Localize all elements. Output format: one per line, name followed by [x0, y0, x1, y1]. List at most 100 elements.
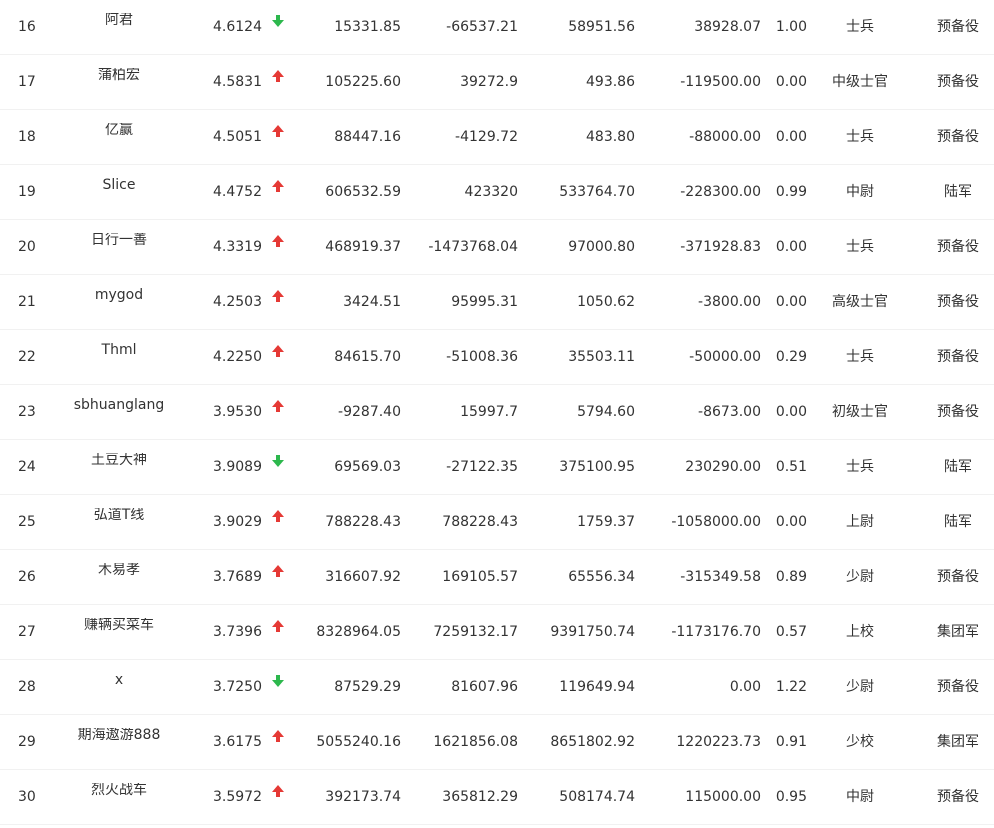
value3-cell: 119649.94 — [559, 679, 635, 695]
ratio-cell: 0.99 — [775, 184, 807, 200]
value4-cell: 230290.00 — [685, 459, 761, 475]
name-cell: mygod — [94, 288, 144, 303]
rank-cell: 16 — [18, 19, 36, 35]
table-row[interactable]: 16 阿君 4.6124 15331.85 -66537.21 58951.56 38928… — [0, 0, 994, 55]
unit-cell: 预备役 — [937, 349, 979, 365]
rank-cell: 22 — [18, 349, 36, 365]
value3-cell: 1759.37 — [577, 514, 635, 530]
value2-cell: 365812.29 — [442, 789, 518, 805]
trend-cell — [268, 770, 288, 825]
table-row[interactable]: 25 弘道T线 3.9029 788228.43 788228.43 1759.37 -10… — [0, 495, 994, 550]
value3-cell: 35503.11 — [568, 349, 635, 365]
value3-cell: 65556.34 — [568, 569, 635, 585]
value1-cell: 316607.92 — [325, 569, 401, 585]
value1-cell: 8328964.05 — [316, 624, 401, 640]
arrow-up-icon — [272, 620, 284, 632]
value1-cell: 105225.60 — [325, 74, 401, 90]
value4-cell: 0.00 — [729, 679, 761, 695]
rank-title-cell: 上尉 — [846, 514, 874, 530]
rank-cell: 29 — [18, 734, 36, 750]
value2-cell: 81607.96 — [451, 679, 518, 695]
score-cell: 3.9029 — [213, 514, 262, 530]
value2-cell: 39272.9 — [460, 74, 518, 90]
trend-cell — [268, 220, 288, 275]
arrow-up-icon — [272, 510, 284, 522]
value1-cell: 15331.85 — [334, 19, 401, 35]
score-cell: 3.9530 — [213, 404, 262, 420]
ratio-cell: 0.00 — [775, 514, 807, 530]
trend-cell — [268, 550, 288, 605]
unit-cell: 预备役 — [937, 789, 979, 805]
table-row[interactable]: 19 Slice 4.4752 606532.59 423320 533764.70 -22… — [0, 165, 994, 220]
trend-cell — [268, 330, 288, 385]
trend-cell — [268, 495, 288, 550]
value4-cell: -8673.00 — [698, 404, 761, 420]
name-cell: 烈火战车 — [91, 783, 147, 798]
unit-cell: 陆军 — [944, 184, 972, 200]
name-cell: sbhuanglang — [73, 398, 165, 413]
table-row[interactable]: 24 土豆大神 3.9089 69569.03 -27122.35 375100.95 23… — [0, 440, 994, 495]
unit-cell: 陆军 — [944, 514, 972, 530]
arrow-up-icon — [272, 235, 284, 247]
value2-cell: 1621856.08 — [433, 734, 518, 750]
unit-cell: 预备役 — [937, 74, 979, 90]
table-row[interactable]: 23 sbhuanglang 3.9530 -9287.40 15997.7 5794.6… — [0, 385, 994, 440]
value2-cell: -66537.21 — [446, 19, 518, 35]
arrow-down-icon — [272, 675, 284, 687]
value2-cell: -4129.72 — [455, 129, 518, 145]
value4-cell: -1173176.70 — [671, 624, 761, 640]
name-cell: 期海遨游888 — [77, 728, 161, 743]
table-row[interactable]: 28 x 3.7250 87529.29 81607.96 119649.94 0.00 1.… — [0, 660, 994, 715]
value4-cell: -119500.00 — [680, 74, 761, 90]
table-row[interactable]: 30 烈火战车 3.5972 392173.74 365812.29 508174.74 1… — [0, 770, 994, 825]
trend-cell — [268, 660, 288, 715]
table-row[interactable]: 26 木易孝 3.7689 316607.92 169105.57 65556.34 -31… — [0, 550, 994, 605]
value3-cell: 9391750.74 — [550, 624, 635, 640]
arrow-up-icon — [272, 345, 284, 357]
rank-title-cell: 少校 — [846, 734, 874, 750]
table-row[interactable]: 20 日行一善 4.3319 468919.37 -1473768.04 97000.80… — [0, 220, 994, 275]
score-cell: 3.5972 — [213, 789, 262, 805]
rank-title-cell: 士兵 — [846, 19, 874, 35]
value2-cell: 7259132.17 — [433, 624, 518, 640]
value2-cell: 788228.43 — [442, 514, 518, 530]
table-row[interactable]: 17 蒲柏宏 4.5831 105225.60 39272.9 493.86 -119500… — [0, 55, 994, 110]
table-row[interactable]: 27 赚辆买菜车 3.7396 8328964.05 7259132.17 9391750… — [0, 605, 994, 660]
value3-cell: 508174.74 — [559, 789, 635, 805]
score-cell: 4.4752 — [213, 184, 262, 200]
arrow-up-icon — [272, 70, 284, 82]
rank-cell: 30 — [18, 789, 36, 805]
arrow-up-icon — [272, 180, 284, 192]
table-row[interactable]: 22 Thml 4.2250 84615.70 -51008.36 35503.11 -50… — [0, 330, 994, 385]
value2-cell: 423320 — [464, 184, 518, 200]
score-cell: 4.5831 — [213, 74, 262, 90]
rank-cell: 21 — [18, 294, 36, 310]
name-cell: 土豆大神 — [91, 453, 147, 468]
rank-title-cell: 士兵 — [846, 459, 874, 475]
name-cell: Slice — [102, 178, 136, 193]
score-cell: 3.7396 — [213, 624, 262, 640]
rank-title-cell: 少尉 — [846, 569, 874, 585]
score-cell: 4.5051 — [213, 129, 262, 145]
rank-title-cell: 士兵 — [846, 239, 874, 255]
value4-cell: -88000.00 — [689, 129, 761, 145]
rank-title-cell: 上校 — [846, 624, 874, 640]
ratio-cell: 1.22 — [775, 679, 807, 695]
ratio-cell: 0.00 — [775, 129, 807, 145]
value1-cell: 3424.51 — [343, 294, 401, 310]
arrow-up-icon — [272, 565, 284, 577]
ratio-cell: 0.91 — [775, 734, 807, 750]
arrow-down-icon — [272, 15, 284, 27]
table-row[interactable]: 21 mygod 4.2503 3424.51 95995.31 1050.62 -3800… — [0, 275, 994, 330]
rank-cell: 20 — [18, 239, 36, 255]
table-row[interactable]: 29 期海遨游888 3.6175 5055240.16 1621856.08 86518… — [0, 715, 994, 770]
name-cell: 蒲柏宏 — [98, 68, 140, 83]
score-cell: 3.7250 — [213, 679, 262, 695]
table-row[interactable]: 18 亿赢 4.5051 88447.16 -4129.72 483.80 -88000.0… — [0, 110, 994, 165]
value3-cell: 375100.95 — [559, 459, 635, 475]
value1-cell: 84615.70 — [334, 349, 401, 365]
ratio-cell: 0.00 — [775, 294, 807, 310]
rank-title-cell: 少尉 — [846, 679, 874, 695]
arrow-up-icon — [272, 290, 284, 302]
trend-cell — [268, 440, 288, 495]
